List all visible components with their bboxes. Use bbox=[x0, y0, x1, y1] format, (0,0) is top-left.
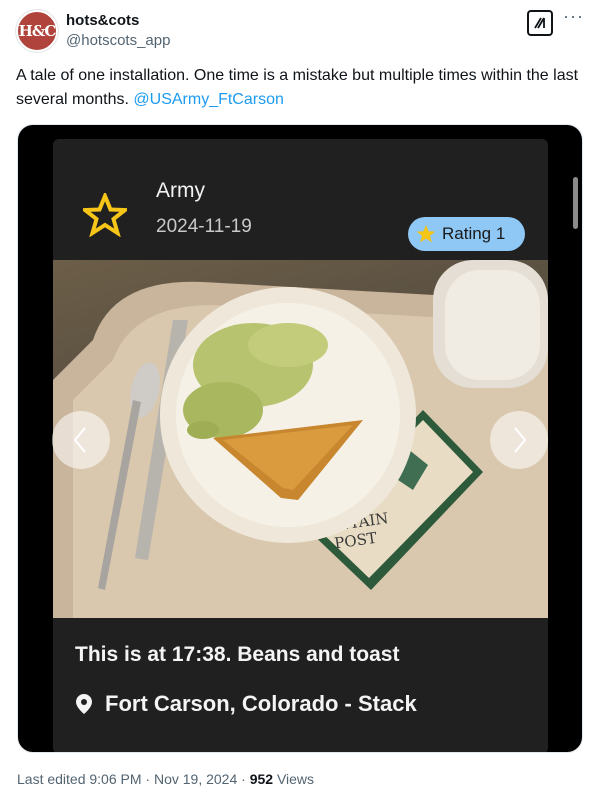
chevron-left-icon bbox=[73, 427, 86, 453]
more-icon[interactable]: ··· bbox=[563, 6, 584, 27]
tweet-text: A tale of one installation. One time is … bbox=[16, 64, 584, 112]
rating-star-icon bbox=[416, 225, 436, 243]
review-card: Army 2024-11-19 Rating 1 NTAIN POST This… bbox=[53, 139, 548, 752]
prev-button[interactable] bbox=[52, 411, 110, 469]
location-label: Fort Carson, Colorado - Stack bbox=[105, 691, 417, 716]
meal-photo-drawing: NTAIN POST bbox=[53, 260, 548, 618]
avatar-logo-text: H&C bbox=[18, 22, 57, 40]
rating-badge: Rating 1 bbox=[408, 217, 525, 251]
tweet-meta: Last edited 9:06 PM · Nov 19, 2024 · 952… bbox=[17, 771, 314, 787]
scrollbar[interactable] bbox=[573, 177, 578, 229]
display-name[interactable]: hots&cots bbox=[66, 12, 139, 29]
grok-icon bbox=[534, 17, 545, 29]
tweet-media[interactable]: Army 2024-11-19 Rating 1 NTAIN POST This… bbox=[17, 124, 583, 753]
mention-link[interactable]: @USArmy_FtCarson bbox=[133, 91, 284, 108]
rating-label: Rating 1 bbox=[442, 224, 506, 243]
chevron-right-icon bbox=[514, 427, 527, 453]
location-row: Fort Carson, Colorado - Stack bbox=[75, 691, 417, 717]
grok-button[interactable] bbox=[527, 10, 553, 36]
views-label: Views bbox=[273, 771, 315, 787]
views-count: 952 bbox=[249, 771, 274, 787]
meal-photo: NTAIN POST bbox=[53, 260, 548, 618]
branch-name: Army bbox=[156, 179, 205, 202]
star-icon bbox=[83, 193, 127, 237]
next-button[interactable] bbox=[490, 411, 548, 469]
user-handle[interactable]: @hotscots_app bbox=[66, 32, 170, 49]
meal-caption: This is at 17:38. Beans and toast bbox=[75, 643, 400, 666]
tweet-header: H&C hots&cots @hotscots_app ··· bbox=[16, 6, 586, 54]
tweet-body: A tale of one installation. One time is … bbox=[16, 67, 579, 108]
avatar[interactable]: H&C bbox=[16, 10, 58, 52]
review-date: 2024-11-19 bbox=[156, 216, 252, 237]
location-pin-icon bbox=[76, 694, 92, 714]
edited-timestamp[interactable]: Last edited 9:06 PM · Nov 19, 2024 · bbox=[17, 771, 250, 787]
